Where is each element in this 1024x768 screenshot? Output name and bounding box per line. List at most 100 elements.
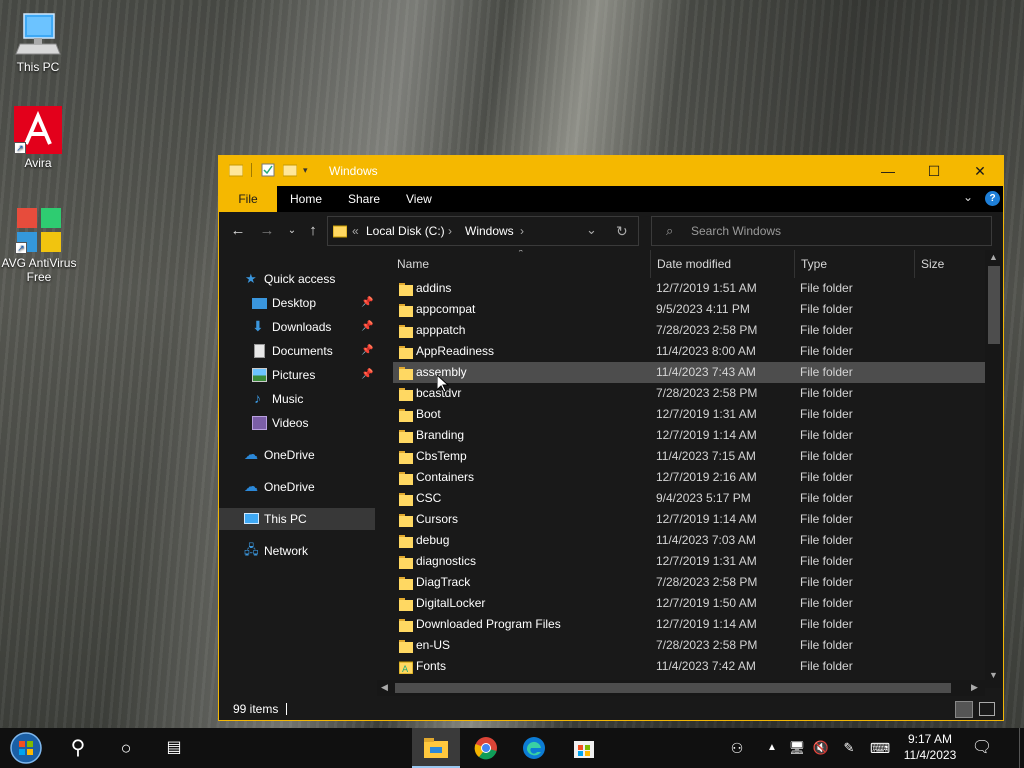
scroll-right-arrow-icon[interactable]: ▶ bbox=[971, 682, 978, 693]
table-row[interactable]: CSC 9/4/2023 5:17 PM File folder bbox=[393, 488, 987, 509]
onedrive-icon: ☁ bbox=[244, 446, 258, 462]
show-hidden-icons-chevron-icon[interactable]: ▲ bbox=[762, 728, 782, 768]
table-row[interactable]: DigitalLocker 12/7/2019 1:50 AM File folde… bbox=[393, 593, 987, 614]
table-row[interactable]: assembly 11/4/2023 7:43 AM File folder bbox=[393, 362, 987, 383]
column-header-date-modified[interactable]: Date modified bbox=[651, 250, 795, 278]
table-row[interactable]: bcastdvr 7/28/2023 2:58 PM File folder bbox=[393, 383, 987, 404]
item-count: 99 items bbox=[233, 702, 279, 716]
search-input[interactable]: Search Windows bbox=[691, 224, 781, 238]
folder-icon bbox=[399, 408, 413, 422]
avira-icon: ↗ bbox=[14, 106, 62, 154]
refresh-icon[interactable]: ↻ bbox=[616, 223, 628, 240]
nav-item-music[interactable]: ♪ Music bbox=[219, 388, 375, 410]
maximize-button[interactable]: ☐ bbox=[911, 156, 957, 186]
table-row[interactable]: Downloaded Program Files 12/7/2019 1:14 A… bbox=[393, 614, 987, 635]
column-header-name[interactable]: Name bbox=[391, 250, 651, 278]
table-row[interactable]: apppatch 7/28/2023 2:58 PM File folder bbox=[393, 320, 987, 341]
taskbar-store-button[interactable] bbox=[560, 728, 608, 768]
table-row[interactable]: CbsTemp 11/4/2023 7:15 AM File folder bbox=[393, 446, 987, 467]
table-row[interactable]: A Fonts 11/4/2023 7:42 AM File folder bbox=[393, 656, 987, 677]
close-button[interactable]: ✕ bbox=[957, 156, 1003, 186]
nav-item-this-pc[interactable]: This PC bbox=[219, 508, 375, 530]
up-arrow-icon[interactable]: ↑ bbox=[303, 222, 323, 242]
table-row[interactable]: AppReadiness 11/4/2023 8:00 AM File folder bbox=[393, 341, 987, 362]
table-row[interactable]: Cursors 12/7/2019 1:14 AM File folder bbox=[393, 509, 987, 530]
nav-item-label: This PC bbox=[264, 512, 307, 526]
horizontal-scrollbar[interactable]: ◀ ▶ bbox=[377, 680, 985, 696]
customize-toolbar-chevron-icon[interactable]: ▾ bbox=[303, 163, 317, 177]
search-icon[interactable]: ⚲ bbox=[54, 728, 102, 768]
taskbar-edge-button[interactable] bbox=[510, 728, 558, 768]
table-row[interactable]: appcompat 9/5/2023 4:11 PM File folder bbox=[393, 299, 987, 320]
table-row[interactable]: en-US 7/28/2023 2:58 PM File folder bbox=[393, 635, 987, 656]
clock[interactable]: 9:17 AM 11/4/2023 bbox=[898, 731, 962, 763]
scroll-down-arrow-icon[interactable]: ▼ bbox=[989, 670, 998, 680]
back-arrow-icon[interactable]: ← bbox=[228, 222, 248, 242]
show-desktop-button[interactable] bbox=[1019, 728, 1024, 768]
breadcrumb-windows[interactable]: Windows bbox=[465, 224, 514, 238]
nav-item-desktop[interactable]: Desktop 📌 bbox=[219, 292, 375, 314]
table-row[interactable]: addins 12/7/2019 1:51 AM File folder bbox=[393, 278, 987, 299]
file-explorer-icon bbox=[424, 738, 448, 758]
table-row[interactable]: diagnostics 12/7/2019 1:31 AM File folder bbox=[393, 551, 987, 572]
desktop-icon-avg[interactable]: ↗ AVG AntiVirus Free bbox=[0, 206, 78, 284]
address-overflow[interactable]: « bbox=[352, 224, 359, 238]
desktop-icon-avira[interactable]: ↗ Avira bbox=[0, 106, 76, 170]
search-box[interactable]: ⌕ Search Windows bbox=[651, 216, 992, 246]
column-header-size[interactable]: Size bbox=[915, 250, 989, 278]
taskbar-chrome-button[interactable] bbox=[462, 728, 510, 768]
people-icon[interactable]: ⚇ bbox=[724, 728, 750, 768]
nav-item-network[interactable]: 🖧 Network bbox=[219, 540, 375, 562]
music-icon: ♪ bbox=[254, 390, 261, 406]
volume-muted-icon[interactable]: 🔇 bbox=[810, 728, 832, 768]
nav-item-quick-access[interactable]: ★ Quick access bbox=[219, 268, 375, 290]
tab-share[interactable]: Share bbox=[336, 186, 392, 212]
minimize-button[interactable]: — bbox=[865, 156, 911, 186]
cortana-icon[interactable]: ○ bbox=[102, 728, 150, 768]
table-row[interactable]: Boot 12/7/2019 1:31 AM File folder bbox=[393, 404, 987, 425]
scroll-left-arrow-icon[interactable]: ◀ bbox=[381, 682, 388, 693]
breadcrumb-separator[interactable]: › bbox=[520, 224, 524, 238]
nav-item-downloads[interactable]: ⬇ Downloads 📌 bbox=[219, 316, 375, 338]
expand-ribbon-chevron-icon[interactable]: ⌄ bbox=[963, 190, 973, 204]
nav-item-onedrive-2[interactable]: ☁ OneDrive bbox=[219, 476, 375, 498]
title-bar[interactable]: ▾ Windows — ☐ ✕ bbox=[219, 156, 1003, 186]
table-row[interactable]: DiagTrack 7/28/2023 2:58 PM File folder bbox=[393, 572, 987, 593]
nav-item-onedrive[interactable]: ☁ OneDrive bbox=[219, 444, 375, 466]
nav-item-pictures[interactable]: Pictures 📌 bbox=[219, 364, 375, 386]
vertical-scrollbar[interactable]: ▲ ▼ bbox=[985, 250, 1003, 688]
column-header-type[interactable]: Type bbox=[795, 250, 915, 278]
table-row[interactable]: debug 11/4/2023 7:03 AM File folder bbox=[393, 530, 987, 551]
breadcrumb-separator[interactable]: › bbox=[448, 224, 452, 238]
table-row[interactable]: Branding 12/7/2019 1:14 AM File folder bbox=[393, 425, 987, 446]
forward-arrow-icon[interactable]: → bbox=[257, 222, 277, 242]
recent-locations-chevron-icon[interactable]: ⌄ bbox=[282, 222, 302, 242]
desktop-icon-this-pc[interactable]: This PC bbox=[0, 10, 76, 74]
tab-view[interactable]: View bbox=[394, 186, 444, 212]
vertical-scroll-thumb[interactable] bbox=[988, 266, 1000, 344]
table-row[interactable]: Containers 12/7/2019 2:16 AM File folder bbox=[393, 467, 987, 488]
file-type: File folder bbox=[800, 281, 853, 295]
task-view-icon[interactable]: ▤ bbox=[150, 728, 198, 768]
tab-file[interactable]: File bbox=[219, 186, 277, 212]
notifications-icon[interactable]: 🗨 bbox=[966, 728, 998, 768]
properties-icon[interactable] bbox=[261, 163, 275, 177]
new-folder-icon[interactable] bbox=[282, 163, 298, 177]
horizontal-scroll-thumb[interactable] bbox=[395, 683, 951, 693]
address-history-chevron-icon[interactable]: ⌄ bbox=[586, 222, 597, 238]
nav-item-videos[interactable]: Videos bbox=[219, 412, 375, 434]
large-icons-view-icon[interactable] bbox=[979, 702, 995, 716]
address-bar[interactable]: « Local Disk (C:) › Windows › ⌄ ↻ bbox=[327, 216, 639, 246]
network-status-icon[interactable]: 🖥 bbox=[786, 728, 808, 768]
start-button[interactable] bbox=[2, 728, 50, 768]
scroll-up-arrow-icon[interactable]: ▲ bbox=[989, 252, 998, 262]
folder-icon bbox=[399, 450, 413, 464]
nav-item-documents[interactable]: Documents 📌 bbox=[219, 340, 375, 362]
details-view-icon[interactable] bbox=[955, 701, 973, 718]
help-icon[interactable]: ? bbox=[985, 191, 1000, 206]
pen-workspace-icon[interactable]: ✎ bbox=[838, 728, 860, 768]
breadcrumb-local-disk[interactable]: Local Disk (C:) bbox=[366, 224, 445, 238]
tab-home[interactable]: Home bbox=[278, 186, 334, 212]
taskbar-file-explorer-button[interactable] bbox=[412, 728, 460, 768]
touch-keyboard-icon[interactable]: ⌨ bbox=[866, 728, 894, 768]
